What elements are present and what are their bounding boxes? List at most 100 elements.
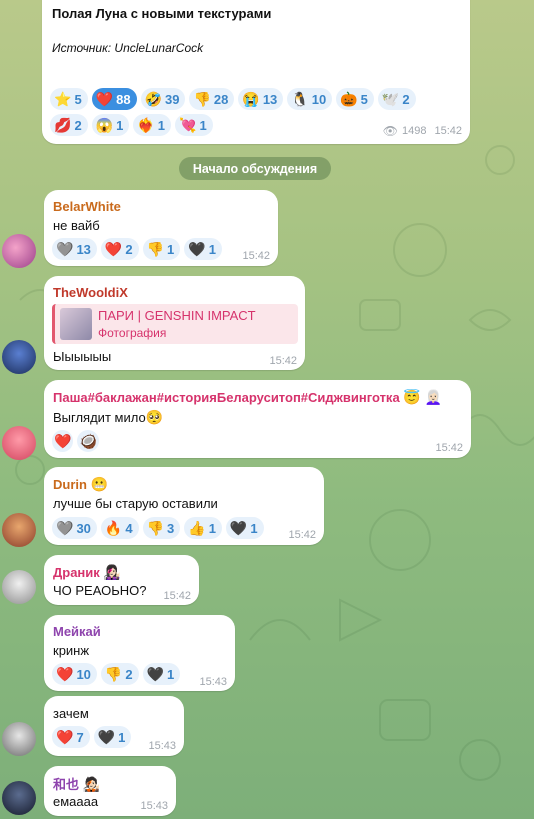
post-title: Полая Луна с новыми текстурами: [52, 6, 272, 21]
star-icon: ⭐: [54, 91, 72, 107]
reaction-black-heart[interactable]: 🖤 1: [184, 238, 222, 260]
reaction-heart[interactable]: ❤️: [52, 430, 74, 452]
post-source: Источник: UncleLunarCock: [52, 41, 204, 55]
message-author[interactable]: Драник 👩🏻‍🎤: [53, 564, 121, 581]
reaction-black-heart[interactable]: 🖤 1: [93, 726, 132, 748]
message-time: 15:43: [140, 800, 168, 812]
message-author[interactable]: 和也 🧑🏻‍🎤: [53, 774, 100, 793]
message: Мейкай кринж ❤️ 10 👎 2 🖤 1 15:43: [44, 615, 235, 691]
post-reactions-row-1: ⭐ 5 ❤️ 88 🤣 39 👎 28 😭 13 🐧 10 🎃 5 🕊️ 2: [50, 88, 416, 110]
message-text: не вайб: [53, 218, 100, 233]
thumbs-down-icon: 👎: [146, 241, 165, 257]
reaction-scream[interactable]: 😱 1: [91, 114, 130, 136]
post-views: 1498: [401, 125, 427, 137]
message: Паша#баклажан#историяБеларуситоп#Сиджвин…: [44, 380, 471, 458]
message-text: кринж: [53, 643, 90, 658]
message-author[interactable]: TheWooldiX: [53, 285, 128, 300]
message: Durin 😬 лучше бы старую оставили 🩶 30 🔥 4 …: [44, 467, 324, 545]
message: TheWooldiX ПАРИ | GENSHIN IMPACT Фотогра…: [44, 276, 305, 370]
reaction-crying[interactable]: 😭 13: [238, 88, 284, 110]
message-time: 15:43: [199, 676, 227, 688]
reaction-thumbs-down[interactable]: 👎 28: [189, 88, 235, 110]
rofl-icon: 🤣: [144, 91, 163, 107]
thumbs-up-icon: 👍: [188, 520, 206, 536]
thumbs-down-icon: 👎: [193, 91, 211, 107]
message-reactions: 🩶 30 🔥 4 👎 3 👍 1 🖤 1: [52, 517, 264, 539]
avatar[interactable]: [2, 513, 36, 547]
avatar[interactable]: [2, 781, 36, 815]
message-reactions: ❤️ 10 👎 2 🖤 1: [52, 663, 181, 685]
kiss-icon: 💋: [54, 117, 72, 133]
reaction-grey-heart[interactable]: 🩶 30: [52, 517, 97, 539]
message-text: емаааа: [53, 794, 99, 809]
avatar[interactable]: [2, 426, 36, 460]
post-meta: 👁 1498 15:42: [383, 124, 462, 138]
reaction-thumbs-up[interactable]: 👍 1: [184, 517, 222, 539]
reaction-kiss[interactable]: 💋 2: [50, 114, 88, 136]
reaction-heart[interactable]: ❤️ 2: [100, 238, 139, 260]
heart-on-fire-icon: ❤️‍🔥: [137, 117, 155, 133]
eye-icon: 👁: [382, 124, 398, 138]
reaction-rofl[interactable]: 🤣 39: [140, 88, 186, 110]
reaction-penguin[interactable]: 🐧 10: [287, 88, 333, 110]
message-time: 15:42: [242, 250, 270, 262]
message-author[interactable]: Паша#баклажан#историяБеларуситоп#Сиджвин…: [53, 389, 442, 406]
reaction-heart[interactable]: ❤️ 88: [91, 88, 137, 110]
reaction-pumpkin[interactable]: 🎃 5: [336, 88, 374, 110]
message-time: 15:42: [288, 529, 316, 541]
message-reactions: ❤️ 7 🖤 1: [52, 726, 132, 748]
message-reactions: ❤️ 🥥: [52, 430, 99, 452]
grey-heart-icon: 🩶: [56, 520, 74, 536]
message: Драник 👩🏻‍🎤 ЧО РЕАОЬНО? 15:42: [44, 555, 199, 605]
black-heart-icon: 🖤: [146, 666, 165, 682]
message-author[interactable]: Мейкай: [53, 624, 101, 639]
reaction-dove[interactable]: 🕊️ 2: [377, 88, 416, 110]
message-time: 15:42: [163, 590, 191, 602]
reply-title: ПАРИ | GENSHIN IMPACT: [98, 308, 256, 323]
discussion-start-divider: Начало обсуждения: [179, 157, 331, 180]
reaction-heart[interactable]: ❤️ 10: [52, 663, 97, 685]
heart-icon: ❤️: [104, 241, 123, 257]
avatar[interactable]: [2, 234, 36, 268]
heart-icon: ❤️: [56, 729, 74, 745]
author-emoji-badge: 🧑🏻‍🎤: [82, 776, 101, 792]
fire-icon: 🔥: [104, 520, 123, 536]
reaction-heart-arrow[interactable]: 💘 1: [175, 114, 213, 136]
black-heart-icon: 🖤: [229, 520, 248, 536]
post-time: 15:42: [434, 125, 462, 137]
message: 和也 🧑🏻‍🎤 емаааа 15:43: [44, 766, 176, 816]
message: зачем ❤️ 7 🖤 1 15:43: [44, 696, 184, 756]
avatar[interactable]: [2, 570, 36, 604]
message-author[interactable]: Durin 😬: [53, 476, 108, 493]
reaction-thumbs-down[interactable]: 👎 3: [142, 517, 181, 539]
reply-subtitle: Фотография: [98, 326, 167, 340]
reply-preview[interactable]: ПАРИ | GENSHIN IMPACT Фотография: [52, 304, 298, 344]
author-emoji-badges: 😇 👩🏻‍🦳: [403, 389, 443, 405]
crying-icon: 😭: [242, 91, 260, 107]
avatar[interactable]: [2, 340, 36, 374]
message-text: Ыыыыыы: [53, 349, 112, 364]
reaction-star[interactable]: ⭐ 5: [50, 88, 88, 110]
message-author[interactable]: BelarWhite: [53, 199, 121, 214]
message: BelarWhite не вайб 🩶 13 ❤️ 2 👎 1 🖤 1 15:42: [44, 190, 278, 266]
reaction-fire[interactable]: 🔥 4: [100, 517, 139, 539]
divider-label: Начало обсуждения: [192, 161, 318, 176]
reaction-thumbs-down[interactable]: 👎 2: [100, 663, 139, 685]
heart-icon: ❤️: [56, 666, 74, 682]
avatar[interactable]: [2, 722, 36, 756]
heart-icon: ❤️: [95, 91, 114, 107]
heart-icon: ❤️: [54, 433, 72, 449]
reaction-thumbs-down[interactable]: 👎 1: [142, 238, 181, 260]
reply-thumbnail: [60, 308, 92, 340]
reaction-coconut[interactable]: 🥥: [77, 430, 99, 452]
thumbs-down-icon: 👎: [104, 666, 123, 682]
reaction-black-heart[interactable]: 🖤 1: [142, 663, 181, 685]
channel-post: Полая Луна с новыми текстурами Источник:…: [42, 0, 470, 144]
reaction-grey-heart[interactable]: 🩶 13: [52, 238, 97, 260]
message-time: 15:43: [148, 740, 176, 752]
reaction-black-heart[interactable]: 🖤 1: [225, 517, 264, 539]
reaction-heart[interactable]: ❤️ 7: [52, 726, 90, 748]
message-text: лучше бы старую оставили: [53, 496, 218, 511]
reaction-heart-fire[interactable]: ❤️‍🔥 1: [133, 114, 172, 136]
message-reactions: 🩶 13 ❤️ 2 👎 1 🖤 1: [52, 238, 222, 260]
